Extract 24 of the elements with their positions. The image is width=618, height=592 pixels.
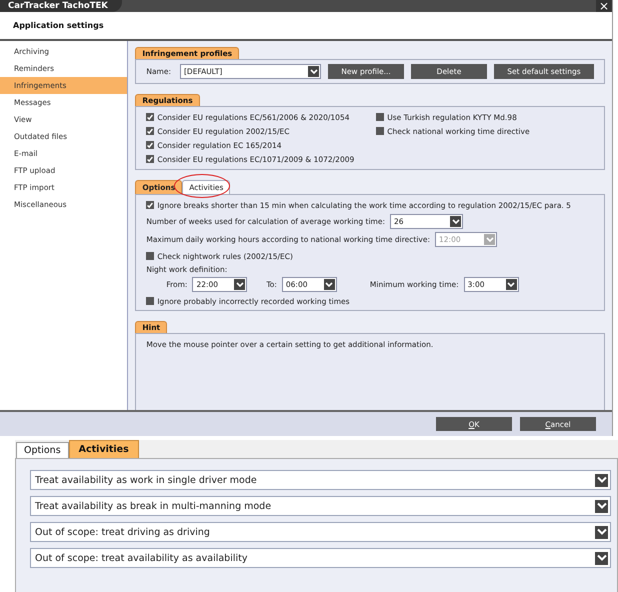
checkbox[interactable] xyxy=(146,127,154,135)
checkbox[interactable] xyxy=(146,113,154,121)
dropdown-arrow-icon xyxy=(234,279,246,290)
dropdown-arrow-icon xyxy=(324,279,335,290)
checkbox[interactable] xyxy=(146,252,154,260)
checkbox[interactable] xyxy=(146,141,154,149)
checkbox[interactable] xyxy=(146,155,154,163)
tab[interactable]: Options xyxy=(16,442,69,458)
activity-dropdown[interactable]: Out of scope: treat availability as availability xyxy=(30,548,611,568)
close-button[interactable]: × xyxy=(596,0,612,12)
tab[interactable]: Activities xyxy=(68,440,139,458)
checkbox[interactable] xyxy=(376,113,384,121)
dropdown-arrow-icon xyxy=(450,216,461,227)
activity-dropdown[interactable]: Out of scope: treat driving as driving xyxy=(30,522,611,542)
checkbox[interactable] xyxy=(146,201,154,209)
activity-dropdown[interactable]: Treat availability as work in single driver mode xyxy=(30,470,611,490)
window-title: CarTracker TachoTEK xyxy=(0,0,122,12)
checkbox[interactable] xyxy=(146,297,154,305)
dropdown-arrow-icon xyxy=(484,234,496,245)
dropdown-arrow-icon xyxy=(308,66,319,77)
dropdown-arrow-icon xyxy=(506,279,517,290)
dialog-heading: Application settings xyxy=(13,21,104,30)
checkbox[interactable] xyxy=(376,127,384,135)
activity-dropdown[interactable]: Treat availability as break in multi-manning mode xyxy=(30,496,611,516)
